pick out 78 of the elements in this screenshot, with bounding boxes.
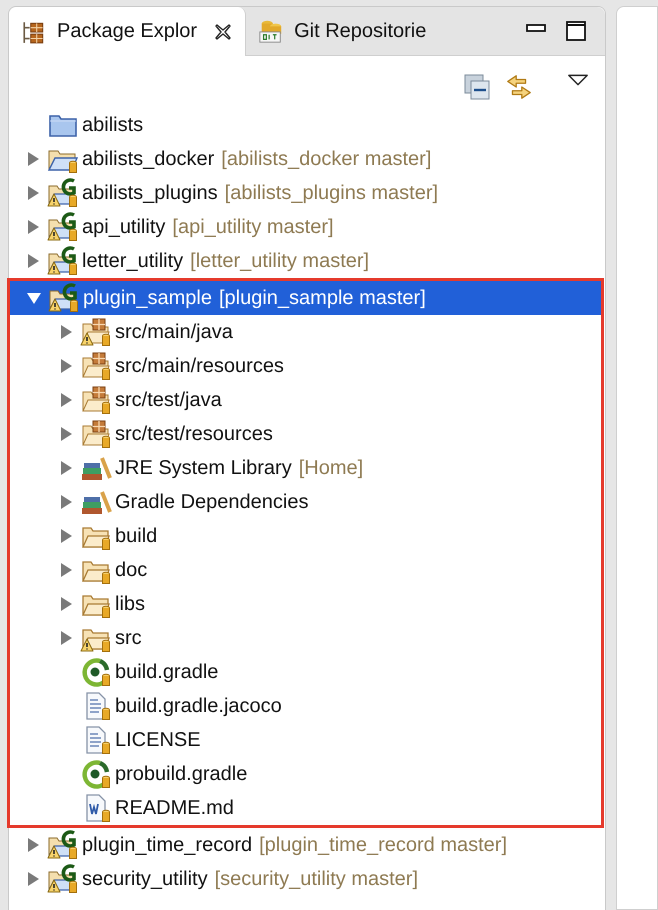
tree-item[interactable]: src/main/resources — [10, 349, 601, 383]
tree-item[interactable]: probuild.gradle — [10, 757, 601, 791]
project-name: api_utility — [82, 216, 166, 238]
tree-item[interactable]: abilists_plugins [abilists_plugins master] — [9, 176, 605, 210]
collapse-all-icon[interactable] — [463, 73, 491, 101]
collapsed-arrow-icon[interactable] — [58, 460, 74, 476]
tree-item[interactable]: abilists — [9, 108, 605, 142]
tree-item[interactable]: plugin_sample [plugin_sample master] — [10, 281, 601, 315]
view-tab[interactable]: Git Repositorie — [246, 7, 438, 55]
tree-item-name: libs — [115, 592, 146, 616]
tree-item-name: build — [115, 524, 158, 548]
branch-label: [plugin_sample master] — [218, 286, 426, 310]
tree-item-name: src — [115, 626, 142, 650]
collapsed-arrow-icon[interactable] — [25, 219, 41, 235]
collapsed-arrow-icon[interactable] — [25, 185, 41, 201]
collapsed-arrow-icon[interactable] — [58, 528, 74, 544]
link-arrows-icon[interactable] — [505, 73, 533, 101]
tree-item[interactable]: doc — [10, 553, 601, 587]
collapsed-arrow-icon[interactable] — [25, 871, 41, 887]
project-name: abilists_plugins — [82, 182, 218, 204]
tree-item-name: src/test/java — [115, 388, 222, 412]
tree-item-name: LICENSE — [115, 728, 201, 752]
collapsed-arrow-icon[interactable] — [25, 151, 41, 167]
tree-item-name: Gradle Dependencies — [115, 490, 308, 514]
tree-item[interactable]: plugin_time_record [plugin_time_record master] — [9, 828, 605, 862]
tree-item[interactable]: README.md — [10, 791, 601, 825]
tree-item-name: build.gradle — [115, 660, 218, 684]
tree-item-name: probuild.gradle — [115, 762, 248, 786]
branch-label: [plugin_time_record master] — [259, 834, 507, 856]
tree-item[interactable]: src/test/resources — [10, 417, 601, 451]
tree-item[interactable]: src/test/java — [10, 383, 601, 417]
view-menu-icon[interactable] — [567, 72, 589, 88]
collapsed-arrow-icon[interactable] — [58, 324, 74, 340]
tree-item[interactable]: letter_utility [letter_utility master] — [9, 244, 605, 278]
tree-item[interactable]: build — [10, 519, 601, 553]
branch-label: [abilists_plugins master] — [224, 182, 438, 204]
project-name: plugin_time_record — [82, 834, 252, 856]
tree-item[interactable]: api_utility [api_utility master] — [9, 210, 605, 244]
tree-item-name: src/test/resources — [115, 422, 273, 446]
collapsed-arrow-icon[interactable] — [25, 253, 41, 269]
tree-item-name: build.gradle.jacoco — [115, 694, 282, 718]
tree-item[interactable]: Gradle Dependencies — [10, 485, 601, 519]
branch-label: [letter_utility master] — [190, 250, 370, 272]
tree-item[interactable]: JRE System Library [Home] — [10, 451, 601, 485]
project-name: abilists_docker — [82, 148, 214, 170]
collapsed-arrow-icon[interactable] — [58, 630, 74, 646]
tree-item[interactable]: libs — [10, 587, 601, 621]
close-icon[interactable] — [213, 22, 234, 42]
location-label: [Home] — [298, 456, 364, 480]
project-name: letter_utility — [82, 250, 184, 272]
tree-item[interactable]: security_utility [security_utility master] — [9, 862, 605, 896]
tree-item-name: README.md — [115, 796, 234, 820]
tree-item[interactable]: src — [10, 621, 601, 655]
branch-label: [abilists_docker master] — [221, 148, 432, 170]
view-tab[interactable]: Package Explor — [9, 7, 246, 56]
tree-item[interactable]: src/main/java — [10, 315, 601, 349]
collapsed-arrow-icon[interactable] — [58, 494, 74, 510]
tree-item[interactable]: LICENSE — [10, 723, 601, 757]
collapsed-arrow-icon[interactable] — [58, 426, 74, 442]
tree-item-name: src/main/java — [115, 320, 233, 344]
collapsed-arrow-icon[interactable] — [58, 392, 74, 408]
collapsed-arrow-icon[interactable] — [25, 837, 41, 853]
project-name: security_utility — [82, 868, 208, 890]
collapsed-arrow-icon[interactable] — [58, 562, 74, 578]
tree-item-name: JRE System Library — [115, 456, 292, 480]
tree-item-name: doc — [115, 558, 148, 582]
collapsed-arrow-icon[interactable] — [58, 596, 74, 612]
maximize-icon[interactable] — [565, 20, 587, 42]
project-name: plugin_sample — [83, 286, 212, 310]
project-name: abilists — [82, 114, 144, 136]
tree-item[interactable]: abilists_docker [abilists_docker master] — [9, 142, 605, 176]
branch-label: [security_utility master] — [214, 868, 418, 890]
branch-label: [api_utility master] — [172, 216, 334, 238]
tree-item[interactable]: build.gradle.jacoco — [10, 689, 601, 723]
tree-item-name: src/main/resources — [115, 354, 284, 378]
tree-item[interactable]: build.gradle — [10, 655, 601, 689]
collapsed-arrow-icon[interactable] — [58, 358, 74, 374]
expanded-arrow-icon[interactable] — [26, 290, 42, 306]
